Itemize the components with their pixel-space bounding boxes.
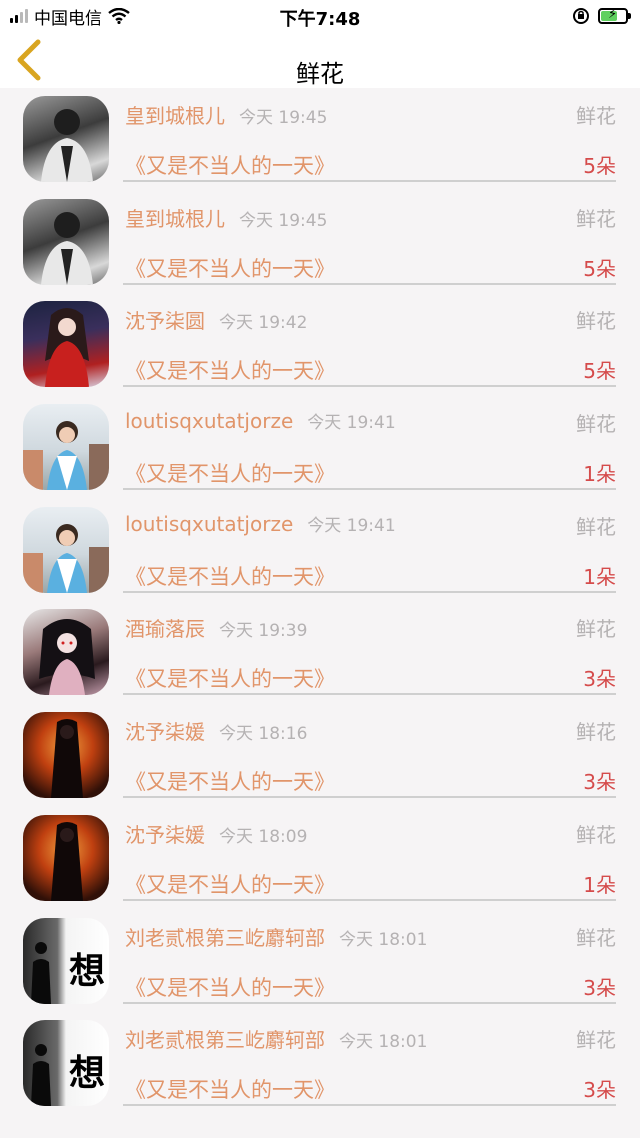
avatar[interactable]	[23, 609, 109, 696]
gift-category: 鲜花	[576, 412, 616, 437]
sender-name[interactable]: 刘老贰根第三屹麝轲部 今天 18:01	[125, 922, 427, 951]
divider	[123, 1001, 616, 1004]
timestamp: 今天 19:45	[239, 210, 328, 231]
divider	[123, 385, 616, 388]
avatar[interactable]	[23, 814, 109, 901]
flower-count: 5朵	[583, 256, 616, 281]
gift-category: 鲜花	[576, 925, 616, 950]
status-bar: 中国电信 下午7:48 ⚡	[0, 0, 640, 32]
avatar[interactable]	[23, 96, 109, 182]
divider	[123, 488, 616, 491]
avatar[interactable]	[23, 712, 109, 799]
divider	[123, 590, 616, 593]
timestamp: 今天 18:09	[219, 826, 308, 847]
list-item[interactable]: loutisqxutatjorze 今天 19:41 鲜花 《又是不当人的一天》 …	[0, 501, 640, 604]
flower-count: 1朵	[583, 564, 616, 589]
list-item[interactable]: 沈予柒圆 今天 19:42 鲜花 《又是不当人的一天》 5朵	[0, 295, 640, 398]
book-title-link[interactable]: 《又是不当人的一天》	[125, 561, 335, 591]
navigation-bar: 鲜花	[0, 32, 640, 88]
gift-category: 鲜花	[576, 822, 616, 847]
gift-category: 鲜花	[576, 206, 616, 231]
list-item[interactable]: 酒瑜落辰 今天 19:39 鲜花 《又是不当人的一天》 3朵	[0, 603, 640, 706]
avatar[interactable]	[23, 506, 109, 593]
person-silhouette-icon	[51, 719, 83, 799]
flower-count: 3朵	[583, 770, 616, 795]
book-title-link[interactable]: 《又是不当人的一天》	[125, 150, 335, 180]
gift-category: 鲜花	[576, 514, 616, 539]
divider	[123, 796, 616, 799]
status-time: 下午7:48	[279, 9, 361, 30]
sender-name[interactable]: 酒瑜落辰 今天 19:39	[125, 613, 307, 642]
orientation-lock-icon	[573, 8, 589, 24]
book-title-link[interactable]: 《又是不当人的一天》	[125, 458, 335, 488]
gift-category: 鲜花	[576, 617, 616, 642]
flower-count: 1朵	[583, 872, 616, 897]
timestamp: 今天 19:39	[219, 621, 308, 642]
book-title-link[interactable]: 《又是不当人的一天》	[125, 1074, 335, 1104]
avatar-text: 想	[68, 1053, 105, 1095]
list-item[interactable]: 皇到城根儿 今天 19:45 鲜花 《又是不当人的一天》 5朵	[0, 90, 640, 193]
battery-icon: ⚡	[598, 7, 631, 24]
avatar-text: 想	[68, 950, 105, 992]
divider	[123, 898, 616, 901]
avatar[interactable]: 想	[23, 917, 109, 1004]
avatar[interactable]: 想	[23, 1020, 109, 1107]
flower-count: 5朵	[583, 154, 616, 178]
divider	[123, 282, 616, 285]
divider	[123, 1104, 616, 1107]
book-title-link[interactable]: 《又是不当人的一天》	[125, 253, 335, 283]
flower-count: 3朵	[583, 975, 616, 1000]
divider	[123, 693, 616, 696]
book-title-link[interactable]: 《又是不当人的一天》	[125, 766, 335, 796]
sender-name[interactable]: 沈予柒媛 今天 18:16	[125, 716, 307, 745]
person-silhouette-icon	[41, 211, 93, 285]
flower-count: 3朵	[583, 667, 616, 692]
divider	[123, 180, 616, 182]
book-title-link[interactable]: 《又是不当人的一天》	[125, 972, 335, 1002]
sender-name[interactable]: 皇到城根儿 今天 19:45	[125, 100, 327, 129]
flower-count: 1朵	[583, 462, 616, 487]
sender-name[interactable]: loutisqxutatjorze 今天 19:41	[125, 408, 396, 433]
list-item[interactable]: loutisqxutatjorze 今天 19:41 鲜花 《又是不当人的一天》 …	[0, 398, 640, 501]
sender-name[interactable]: loutisqxutatjorze 今天 19:41	[125, 511, 396, 536]
timestamp: 今天 19:42	[219, 313, 308, 334]
gift-category: 鲜花	[576, 309, 616, 334]
avatar[interactable]	[23, 198, 109, 285]
gift-category: 鲜花	[576, 104, 616, 128]
gift-category: 鲜花	[576, 1028, 616, 1053]
sender-name[interactable]: 刘老贰根第三屹麝轲部 今天 18:01	[125, 1024, 427, 1053]
list-item[interactable]: 想 刘老贰根第三屹麝轲部 今天 18:01 鲜花 《又是不当人的一天》 3朵	[0, 912, 640, 1015]
list-item[interactable]: 沈予柒媛 今天 18:09 鲜花 《又是不当人的一天》 1朵	[0, 809, 640, 912]
timestamp: 今天 19:45	[239, 108, 328, 128]
book-title-link[interactable]: 《又是不当人的一天》	[125, 869, 335, 899]
list-item[interactable]: 沈予柒媛 今天 18:16 鲜花 《又是不当人的一天》 3朵	[0, 706, 640, 809]
timestamp: 今天 19:41	[307, 413, 396, 434]
list-item[interactable]: 想 刘老贰根第三屹麝轲部 今天 18:01 鲜花 《又是不当人的一天》 3朵	[0, 1014, 640, 1117]
timestamp: 今天 19:41	[307, 515, 396, 536]
timestamp: 今天 18:01	[339, 1032, 428, 1053]
person-silhouette-icon	[41, 109, 93, 182]
sender-name[interactable]: 皇到城根儿 今天 19:45	[125, 203, 327, 232]
book-title-link[interactable]: 《又是不当人的一天》	[125, 663, 335, 693]
timestamp: 今天 18:01	[339, 929, 428, 950]
person-silhouette-icon	[51, 821, 83, 901]
timestamp: 今天 18:16	[219, 724, 308, 745]
page-title: 鲜花	[296, 60, 344, 88]
person-silhouette-icon	[23, 421, 109, 491]
avatar[interactable]	[23, 404, 109, 491]
person-silhouette-icon	[39, 619, 95, 696]
sender-name[interactable]: 沈予柒媛 今天 18:09	[125, 819, 307, 848]
sender-name[interactable]: 沈予柒圆 今天 19:42	[125, 305, 307, 334]
person-silhouette-icon	[45, 308, 89, 388]
book-title-link[interactable]: 《又是不当人的一天》	[125, 355, 335, 385]
flower-count: 3朵	[583, 1078, 616, 1103]
gift-category: 鲜花	[576, 720, 616, 745]
list-item[interactable]: 皇到城根儿 今天 19:45 鲜花 《又是不当人的一天》 5朵	[0, 193, 640, 296]
person-silhouette-icon	[23, 523, 109, 593]
avatar[interactable]	[23, 301, 109, 388]
flower-gift-list: 皇到城根儿 今天 19:45 鲜花 《又是不当人的一天》 5朵 皇到城根儿 今天 1…	[0, 90, 640, 1117]
flower-count: 5朵	[583, 359, 616, 384]
